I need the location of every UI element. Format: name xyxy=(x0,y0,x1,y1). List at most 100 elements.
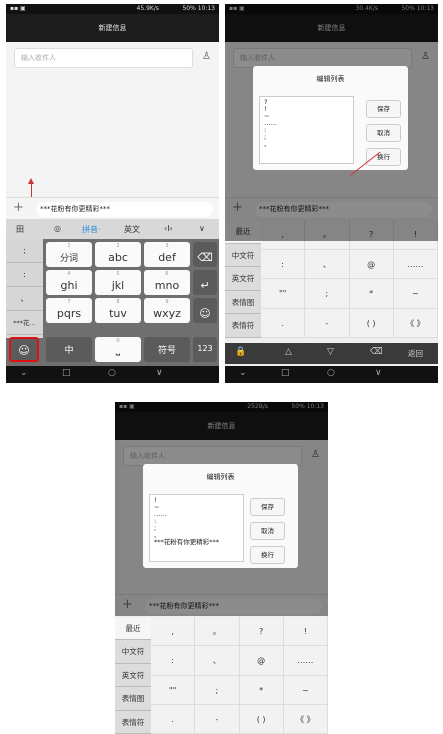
symbol-key[interactable]: - xyxy=(305,308,350,338)
screen-1: ▪▪ ▣ 45.9K/s 50% 10:13 新建信息 输入收件人 ♙ + **… xyxy=(6,4,219,383)
symbol-key[interactable]: : xyxy=(151,646,196,676)
symbol-key[interactable]: ! xyxy=(283,617,328,647)
symbol-key[interactable]: 《 》 xyxy=(283,704,328,734)
arrow-head xyxy=(28,178,34,184)
home-circle-icon[interactable]: ○ xyxy=(108,368,116,378)
cursor-icon[interactable]: ‹I› xyxy=(164,224,173,233)
symbol-function-bar: 🔒 △ ▽ ⌫ 返回 xyxy=(225,343,438,364)
message-input[interactable]: ***花粉有你更精彩*** xyxy=(36,202,213,217)
candidate-item[interactable]: : xyxy=(6,263,43,287)
symbol-key[interactable]: "" xyxy=(261,279,306,309)
status-time: 50% 10:13 xyxy=(182,5,215,12)
num-key[interactable]: 123 xyxy=(193,337,217,362)
newline-button[interactable]: 换行 xyxy=(250,546,285,564)
grid-icon[interactable]: 田 xyxy=(16,224,24,235)
edit-list-text[interactable]: ! ~ …… : ; 、 ***花粉有你更精彩*** xyxy=(149,494,244,562)
space-key[interactable]: 0 ⎵ xyxy=(95,337,141,362)
home-circle-icon[interactable]: ○ xyxy=(327,368,335,378)
edit-list-text[interactable]: ? ! ~ …… : ; 、 xyxy=(259,96,354,164)
save-button[interactable]: 保存 xyxy=(250,498,285,516)
key-ghi[interactable]: 4 ghi xyxy=(46,270,92,295)
symbol-key[interactable]: ( ) xyxy=(239,704,284,734)
candidate-item[interactable]: ; xyxy=(6,239,43,263)
symbol-key[interactable]: 、 xyxy=(305,249,350,279)
symbol-key[interactable]: - xyxy=(195,704,240,734)
symbol-key[interactable]: 《 》 xyxy=(393,308,438,338)
nav-bar: ⌄ □ ○ ∨ xyxy=(225,366,438,383)
back-icon[interactable]: ⌄ xyxy=(20,368,28,378)
key-abc[interactable]: 2 abc xyxy=(95,242,141,267)
enter-key[interactable]: ↵ xyxy=(193,270,217,295)
key-wxyz[interactable]: 9 wxyz xyxy=(144,298,190,323)
symbol-key[interactable]: ; xyxy=(305,279,350,309)
key-pqrs[interactable]: 7 pqrs xyxy=(46,298,92,323)
symbol-key[interactable]: 。 xyxy=(195,617,240,647)
lock-icon[interactable]: 🔒 xyxy=(235,347,246,357)
nav-bar: ⌄ □ ○ ∨ xyxy=(6,366,219,383)
candidate-item[interactable]: 、 xyxy=(6,287,43,311)
symbol-key[interactable]: * xyxy=(349,279,394,309)
key-fenci[interactable]: 1 分词 xyxy=(46,242,92,267)
recipient-input[interactable]: 输入收件人 xyxy=(14,48,193,68)
key-tuv[interactable]: 8 tuv xyxy=(95,298,141,323)
mic-icon[interactable]: ◎ xyxy=(54,224,61,233)
dialog-title: 编辑列表 xyxy=(206,473,235,481)
category-chinese[interactable]: 中文符 xyxy=(115,640,151,664)
back-button[interactable]: 返回 xyxy=(408,348,423,359)
symbol-key[interactable]: ? xyxy=(239,617,284,647)
collapse-icon[interactable]: ∨ xyxy=(199,224,205,233)
home-square-icon[interactable]: □ xyxy=(62,368,71,378)
emoji-key[interactable]: ☺ xyxy=(193,298,217,323)
category-emoticon[interactable]: 表情符 xyxy=(225,314,261,338)
category-recent[interactable]: 最近 xyxy=(115,617,151,641)
category-chinese[interactable]: 中文符 xyxy=(225,244,261,268)
edit-list-dialog: 编辑列表 ? ! ~ …… : ; 、 保存 取消 换行 xyxy=(253,66,408,170)
key-mno[interactable]: 6 mno xyxy=(144,270,190,295)
symbol-key[interactable]: . xyxy=(151,704,196,734)
symbol-key[interactable]: @ xyxy=(239,646,284,676)
symbol-switch-key[interactable]: ☺ xyxy=(9,337,39,362)
symbol-key[interactable]: …… xyxy=(283,646,328,676)
category-emoji-img[interactable]: 表情图 xyxy=(115,687,151,711)
down-icon[interactable]: ▽ xyxy=(327,347,334,357)
cancel-button[interactable]: 取消 xyxy=(366,124,401,142)
delete-icon[interactable]: ⌫ xyxy=(370,347,383,357)
backspace-key[interactable]: ⌫ xyxy=(193,242,217,267)
symbol-key[interactable]: 、 xyxy=(195,646,240,676)
key-jkl[interactable]: 5 jkl xyxy=(95,270,141,295)
status-text: 45.9K/s xyxy=(136,5,159,12)
screen-3: ▪▪ ▣ 252B/s 50% 10:13 新建信息 输入收件人 ♙ + ***… xyxy=(115,402,328,734)
save-button[interactable]: 保存 xyxy=(366,100,401,118)
symbol-key[interactable]: "" xyxy=(151,675,196,705)
category-emoticon[interactable]: 表情符 xyxy=(115,711,151,734)
hide-icon[interactable]: ∨ xyxy=(156,368,163,378)
symbol-key[interactable]: 符号 xyxy=(144,337,190,362)
category-english[interactable]: 英文符 xyxy=(225,267,261,291)
back-icon[interactable]: ⌄ xyxy=(239,368,247,378)
add-icon[interactable]: + xyxy=(13,200,24,215)
category-english[interactable]: 英文符 xyxy=(115,664,151,688)
symbol-key[interactable]: …… xyxy=(393,249,438,279)
symbol-key[interactable]: , xyxy=(151,617,196,647)
symbol-key[interactable]: ( ) xyxy=(349,308,394,338)
symbol-key[interactable]: * xyxy=(239,675,284,705)
tab-pinyin[interactable]: 拼音· xyxy=(82,224,101,235)
symbol-key[interactable]: : xyxy=(261,249,306,279)
category-emoji-img[interactable]: 表情图 xyxy=(225,291,261,315)
symbol-key[interactable]: ; xyxy=(195,675,240,705)
compose-bar: + ***花粉有你更精彩*** xyxy=(6,197,219,219)
contact-icon[interactable]: ♙ xyxy=(202,51,211,62)
symbol-key[interactable]: ~ xyxy=(393,279,438,309)
home-square-icon[interactable]: □ xyxy=(281,368,290,378)
zh-key[interactable]: 中 xyxy=(46,337,92,362)
symbol-key[interactable]: ~ xyxy=(283,675,328,705)
key-def[interactable]: 3 def xyxy=(144,242,190,267)
hide-icon[interactable]: ∨ xyxy=(375,368,382,378)
candidate-item[interactable]: ***花... xyxy=(6,311,43,335)
symbol-key[interactable]: @ xyxy=(349,249,394,279)
cancel-button[interactable]: 取消 xyxy=(250,522,285,540)
screen-2: ▪▪ ▣ 30.4K/s 50% 10:13 新建信息 输入收件人 ♙ + **… xyxy=(225,4,438,383)
up-icon[interactable]: △ xyxy=(285,347,292,357)
symbol-key[interactable]: . xyxy=(261,308,306,338)
tab-english[interactable]: 英文 xyxy=(124,224,140,235)
